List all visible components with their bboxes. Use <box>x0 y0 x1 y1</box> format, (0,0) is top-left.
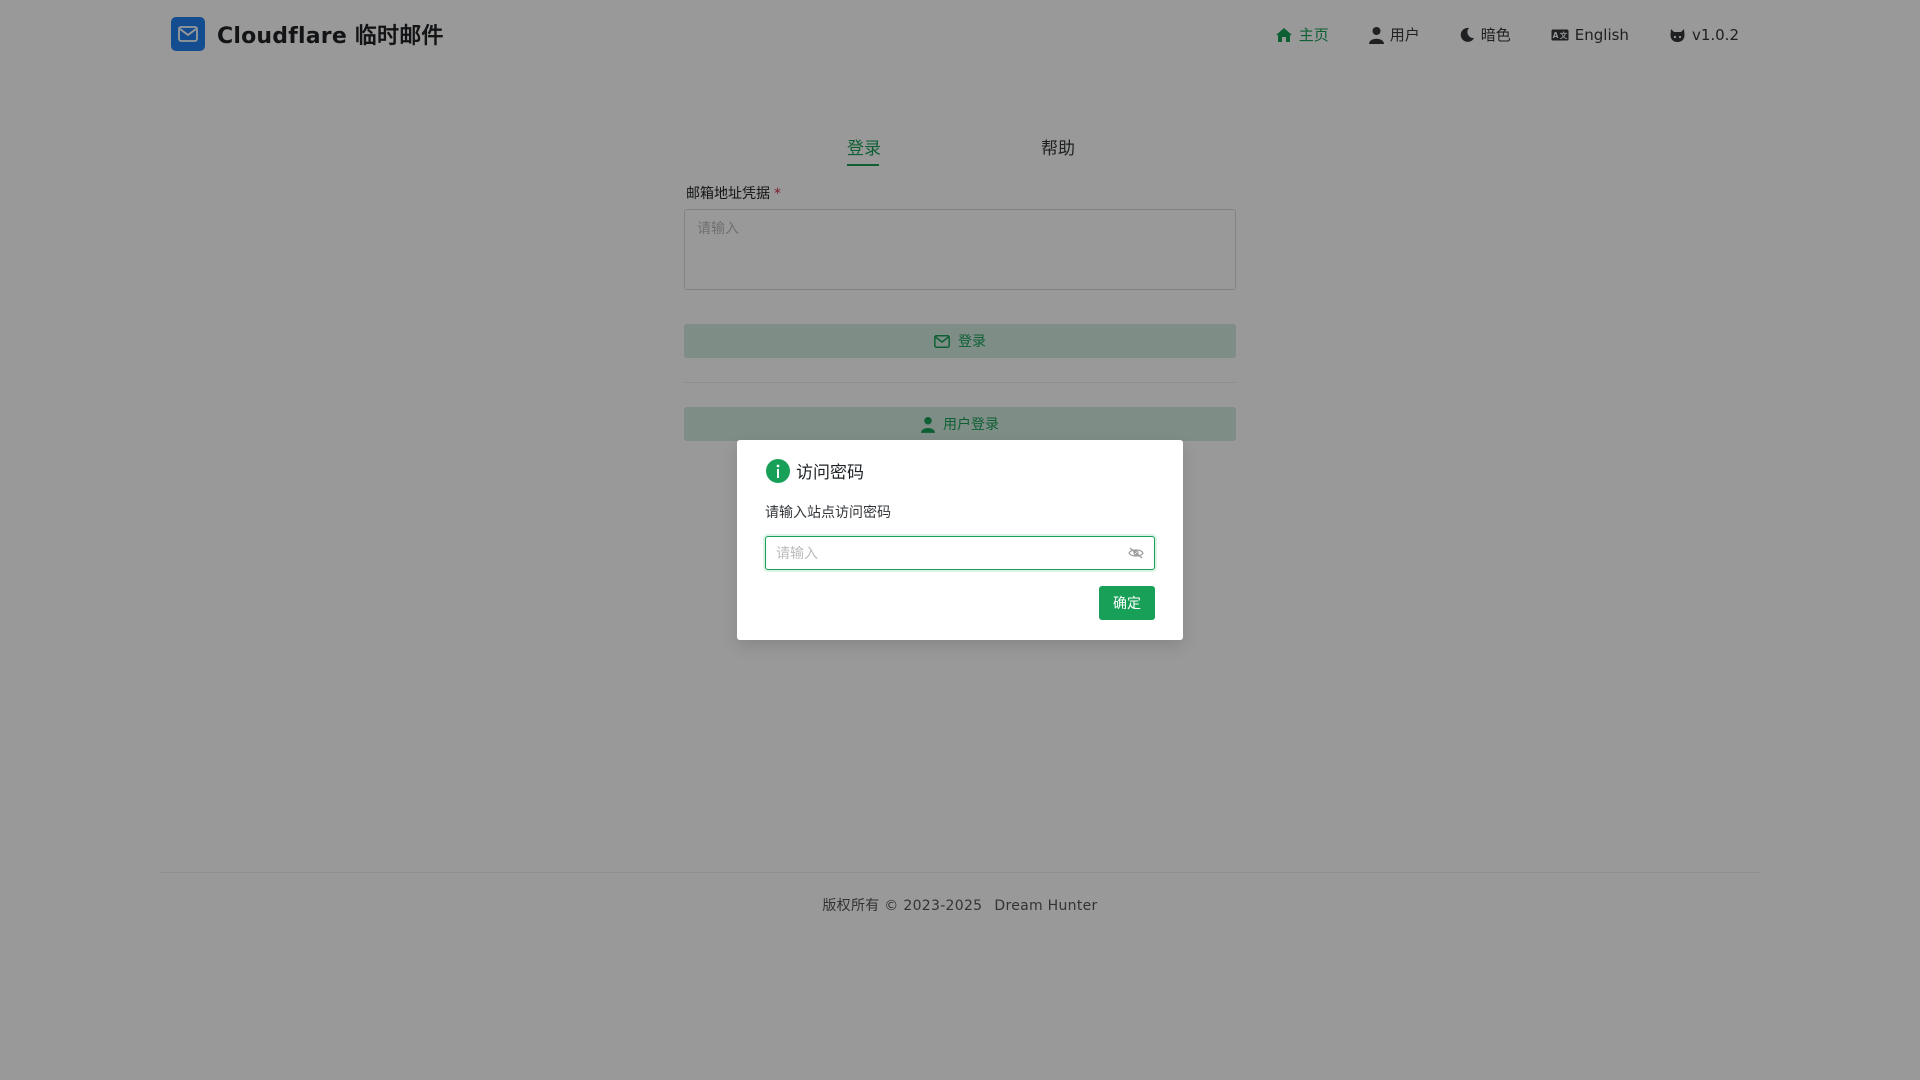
eye-off-icon[interactable] <box>1128 547 1144 559</box>
dialog-title-text: 访问密码 <box>796 463 864 483</box>
access-password-dialog: 访问密码 请输入站点访问密码 请输入 确定 <box>737 440 1183 640</box>
confirm-button[interactable]: 确定 <box>1099 586 1155 620</box>
password-placeholder: 请输入 <box>776 546 818 562</box>
dialog-description: 请输入站点访问密码 <box>765 505 891 521</box>
info-icon <box>766 458 790 483</box>
dialog-title: 访问密码 <box>766 458 864 483</box>
password-input[interactable]: 请输入 <box>765 536 1155 570</box>
